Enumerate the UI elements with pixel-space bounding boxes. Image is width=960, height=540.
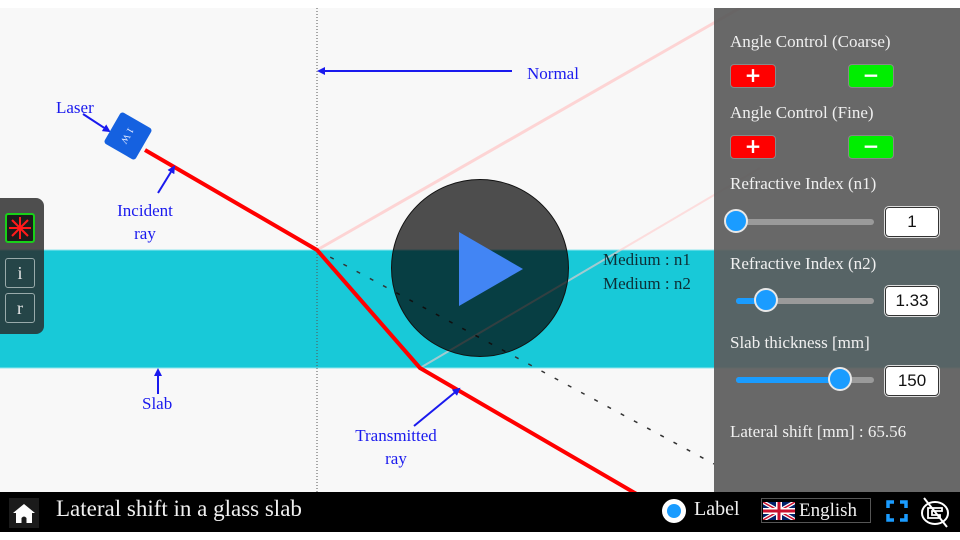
play-button[interactable] xyxy=(391,179,569,357)
angle-fine-plus-button[interactable]: + xyxy=(730,135,776,159)
angle-fine-title: Angle Control (Fine) xyxy=(730,103,874,122)
incident-angle-button[interactable]: i xyxy=(5,258,35,288)
label-toggle-text[interactable]: Label xyxy=(694,498,740,521)
bottom-margin xyxy=(0,532,960,540)
transmitted-label-line1: Transmitted xyxy=(355,426,437,445)
angle-coarse-plus-button[interactable]: + xyxy=(730,64,776,88)
n2-title: Refractive Index (n2) xyxy=(730,254,877,273)
incident-label-line1: Incident xyxy=(117,201,173,220)
thickness-slider-thumb[interactable] xyxy=(827,367,852,391)
bottom-bar: Lateral shift in a glass slab Label Engl… xyxy=(0,492,960,532)
thickness-slider[interactable] xyxy=(736,367,874,391)
incident-arrow xyxy=(157,165,176,194)
thickness-slider-fill xyxy=(736,377,840,383)
laser-label: Laser xyxy=(56,98,94,117)
medium-n1-label: Medium : n1 xyxy=(603,250,691,269)
n1-slider[interactable] xyxy=(724,209,874,233)
thickness-value-field[interactable]: 150 xyxy=(884,365,940,397)
angle-coarse-title: Angle Control (Coarse) xyxy=(730,32,891,51)
incident-label-line2: ray xyxy=(134,224,156,243)
lateral-shift-result: Lateral shift [mm] : 65.56 xyxy=(730,422,907,441)
label-toggle-dot xyxy=(667,504,681,518)
n1-title: Refractive Index (n1) xyxy=(730,174,877,193)
left-toolbar: i r xyxy=(0,198,44,334)
home-icon xyxy=(13,504,35,523)
language-label: English xyxy=(799,500,858,521)
medium-n2-label: Medium : n2 xyxy=(603,274,691,293)
transmitted-ray-label: Transmitted ray xyxy=(346,424,446,470)
n2-value-field[interactable]: 1.33 xyxy=(884,285,940,317)
n2-slider-thumb[interactable] xyxy=(754,288,779,312)
incident-ray-label: Incident ray xyxy=(110,199,180,245)
transmitted-arrow xyxy=(413,387,461,427)
n1-slider-thumb[interactable] xyxy=(724,209,748,233)
label-toggle[interactable] xyxy=(662,499,686,523)
play-icon xyxy=(459,232,523,306)
laser-tool-button[interactable] xyxy=(5,213,35,243)
refraction-angle-button[interactable]: r xyxy=(5,293,35,323)
home-button[interactable] xyxy=(9,498,39,528)
hide-controls-icon[interactable] xyxy=(918,495,952,529)
control-panel: Angle Control (Coarse) + − Angle Control… xyxy=(714,8,960,492)
normal-label: Normal xyxy=(527,64,579,83)
n2-slider[interactable] xyxy=(736,288,874,312)
n1-value-field[interactable]: 1 xyxy=(884,206,940,238)
app-title: Lateral shift in a glass slab xyxy=(56,496,302,521)
fullscreen-icon[interactable] xyxy=(886,500,908,522)
laser-device[interactable]: 1 W xyxy=(103,111,152,160)
thickness-title: Slab thickness [mm] xyxy=(730,333,870,352)
slab-label: Slab xyxy=(142,394,173,413)
language-selector[interactable]: English xyxy=(761,498,871,523)
angle-coarse-minus-button[interactable]: − xyxy=(848,64,894,88)
transmitted-label-line2: ray xyxy=(385,449,407,468)
laser-icon xyxy=(9,217,31,239)
uk-flag-icon xyxy=(763,502,795,520)
angle-fine-minus-button[interactable]: − xyxy=(848,135,894,159)
